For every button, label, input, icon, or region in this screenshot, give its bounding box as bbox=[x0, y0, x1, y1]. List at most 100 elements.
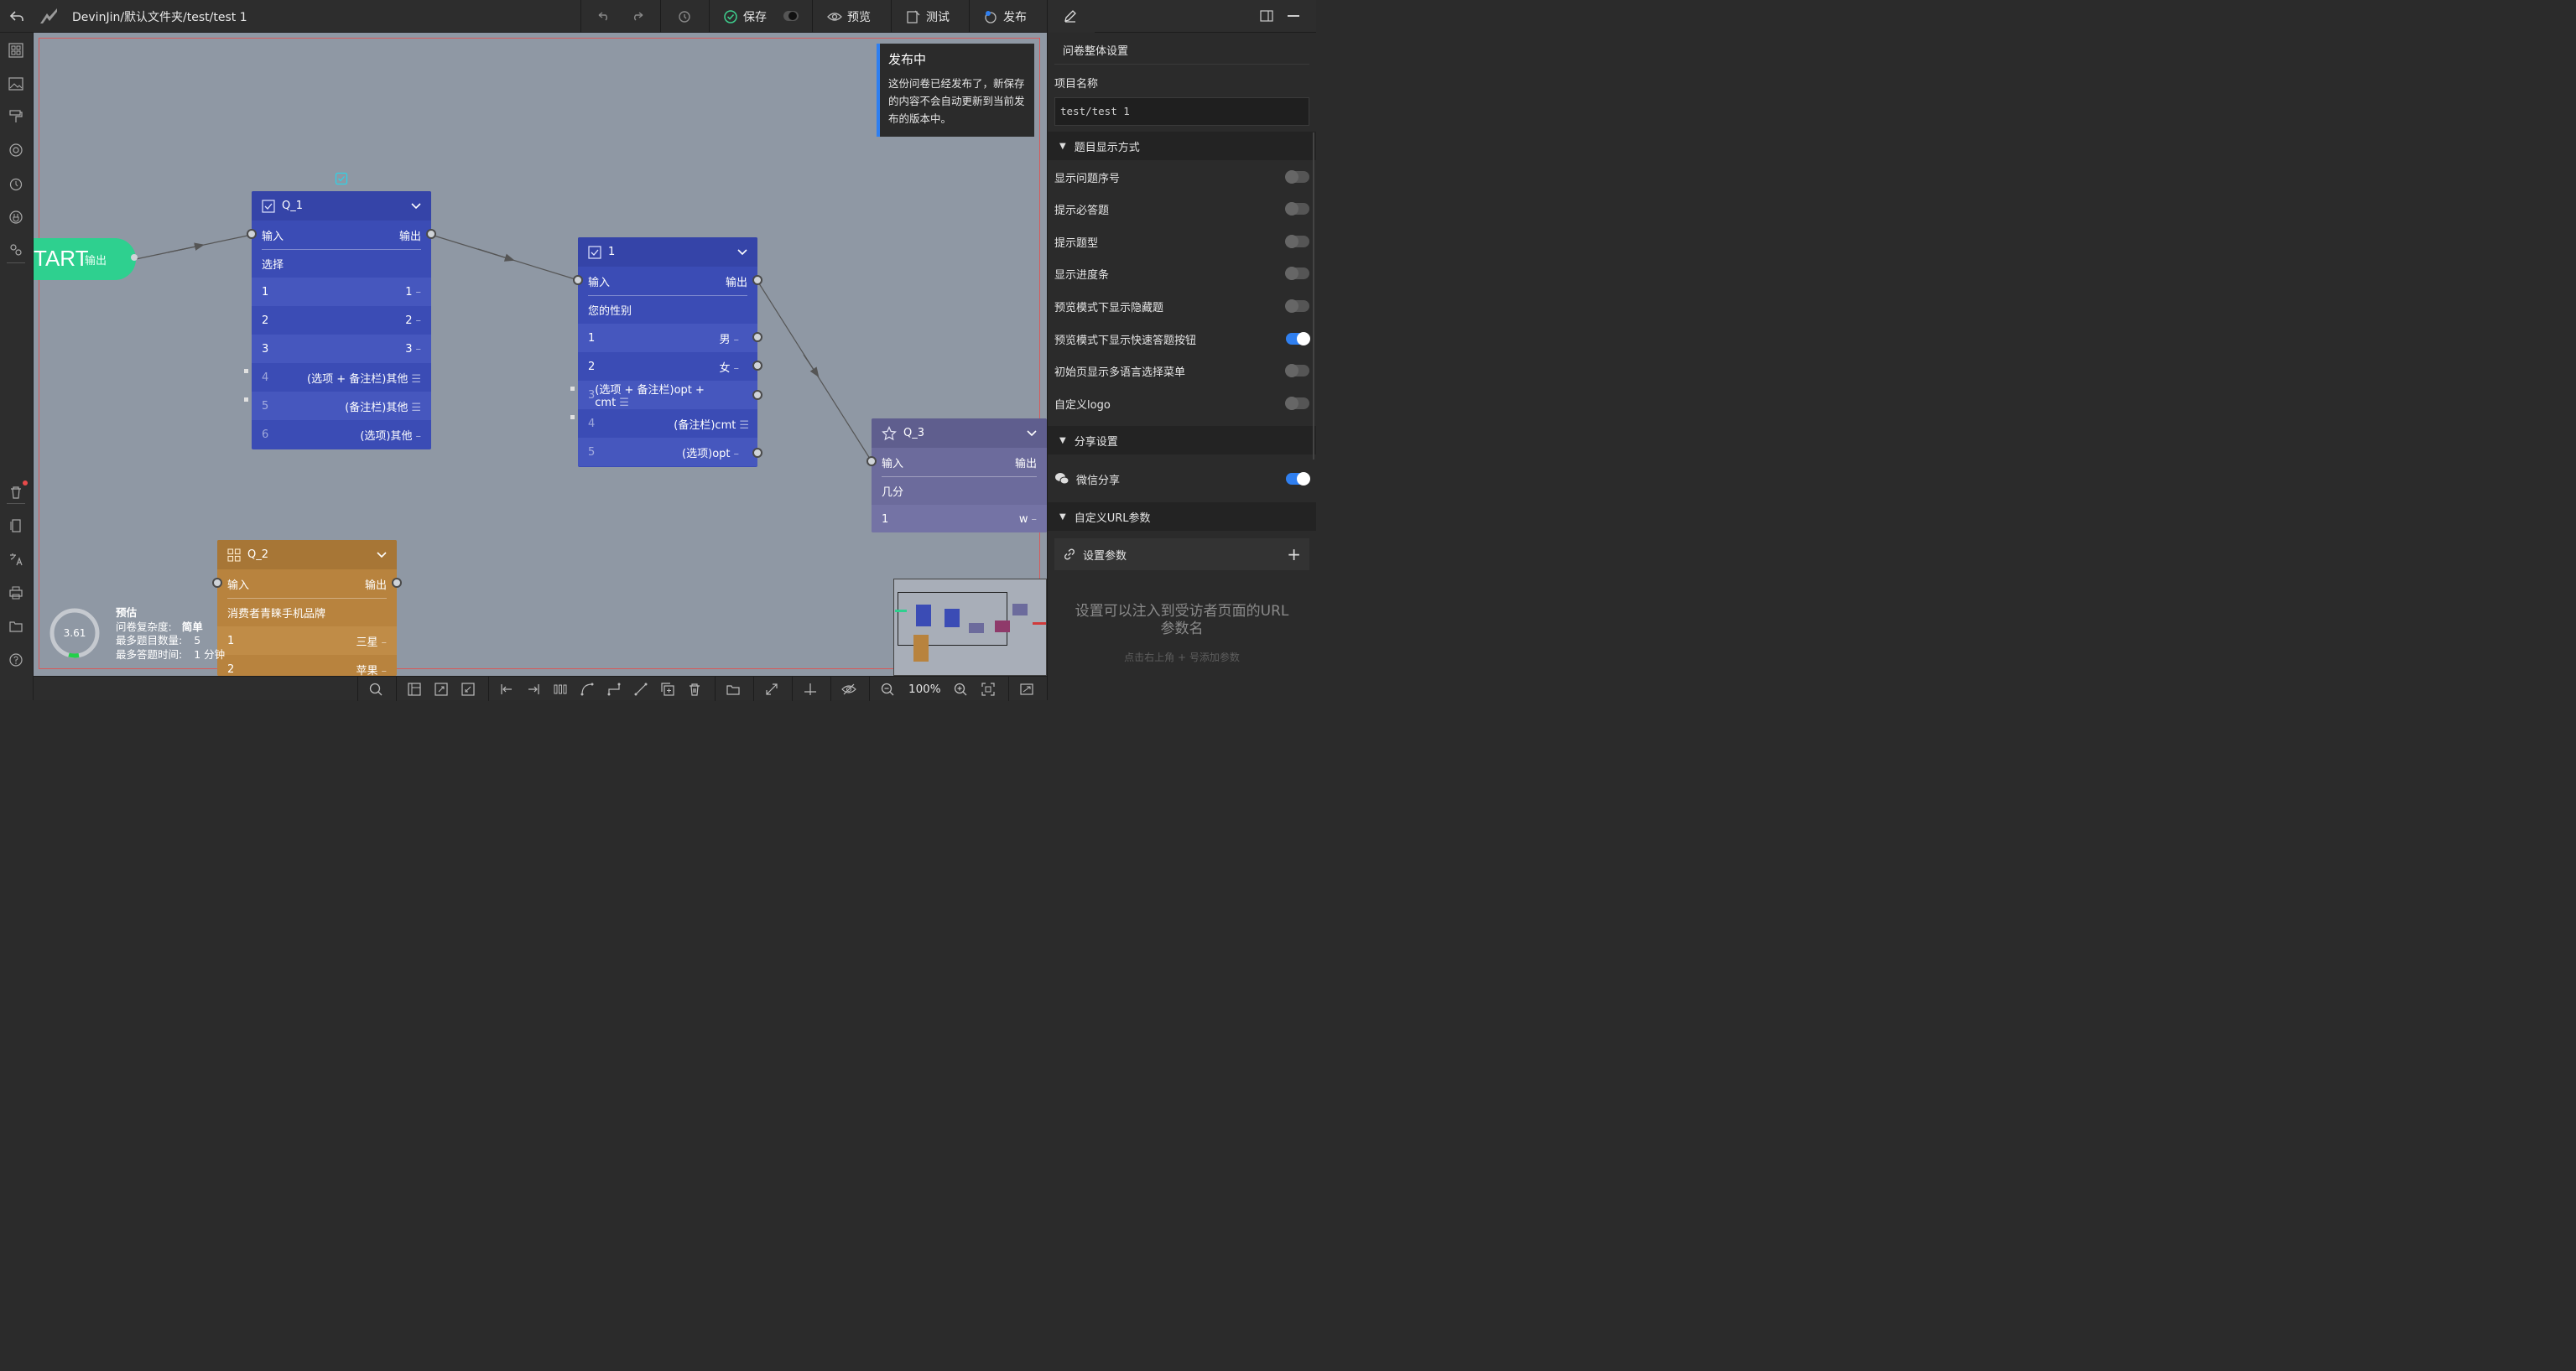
setting-toggle[interactable] bbox=[1285, 202, 1309, 216]
option-row: 3 (选项 + 备注栏)opt + cmt ☰ bbox=[578, 381, 757, 409]
resize-handle[interactable] bbox=[570, 387, 575, 391]
plugin-icon[interactable] bbox=[8, 209, 24, 226]
q1-input-port[interactable] bbox=[247, 229, 257, 239]
node-header[interactable]: Q_1 bbox=[252, 191, 431, 221]
layout-icon[interactable] bbox=[406, 681, 423, 698]
align-left-icon[interactable] bbox=[498, 681, 515, 698]
section-share[interactable]: ▼ 分享设置 bbox=[1048, 426, 1316, 454]
setting-toggle[interactable] bbox=[1286, 332, 1310, 345]
question-node-1[interactable]: 1 输入 输出 您的性别 1 男 – 2 女 – 3 (选项 + 备注栏)opt + cm… bbox=[578, 237, 757, 467]
option-port[interactable] bbox=[752, 361, 762, 371]
n1-input-port[interactable] bbox=[573, 275, 583, 285]
components-icon[interactable] bbox=[8, 42, 24, 59]
option-port[interactable] bbox=[752, 390, 762, 400]
option-row: 1 三星 – bbox=[217, 626, 397, 655]
back-icon[interactable] bbox=[8, 8, 25, 25]
expand-nodes-icon[interactable] bbox=[433, 681, 450, 698]
n1-output-port[interactable] bbox=[752, 275, 762, 285]
setting-toggle[interactable] bbox=[1285, 397, 1309, 410]
redo-icon[interactable] bbox=[629, 8, 646, 25]
wechat-share-toggle[interactable] bbox=[1286, 472, 1310, 486]
save-button[interactable]: 保存 bbox=[723, 0, 767, 33]
option-port[interactable] bbox=[752, 448, 762, 458]
delete-icon[interactable] bbox=[686, 681, 703, 698]
straight-link-icon[interactable] bbox=[632, 681, 649, 698]
align-right-icon[interactable] bbox=[525, 681, 542, 698]
input-label: 输入 bbox=[262, 230, 284, 243]
hide-eye-icon[interactable] bbox=[840, 681, 857, 698]
help-icon[interactable] bbox=[8, 652, 24, 668]
panel-header bbox=[1048, 0, 1316, 33]
setting-toggle[interactable] bbox=[1285, 299, 1309, 313]
fit-screen-icon[interactable] bbox=[980, 681, 997, 698]
step-link-icon[interactable] bbox=[606, 681, 622, 698]
minimap[interactable] bbox=[893, 579, 1047, 676]
logic-settings-icon[interactable] bbox=[8, 241, 24, 258]
start-output-port[interactable] bbox=[131, 254, 138, 261]
option-row: 4 (选项 + 备注栏)其他 ☰ bbox=[252, 363, 431, 392]
setting-row: 提示题型 bbox=[1054, 234, 1309, 250]
chevron-down-icon[interactable] bbox=[377, 550, 387, 560]
panel-layout-icon[interactable] bbox=[1259, 8, 1274, 23]
question-node-q3[interactable]: Q_3 输入 输出 几分 1 w – bbox=[872, 418, 1047, 532]
project-name-input[interactable]: test/test 1 bbox=[1054, 97, 1309, 126]
flow-canvas[interactable]: 发布中 这份问卷已经发布了，新保存的内容不会自动更新到当前发布的版本中。 TAR… bbox=[34, 33, 1047, 676]
collapse-nodes-icon[interactable] bbox=[460, 681, 476, 698]
duplicate-icon[interactable] bbox=[659, 681, 676, 698]
zoom-out-icon[interactable] bbox=[879, 681, 896, 698]
curve-link-icon[interactable] bbox=[579, 681, 596, 698]
translate-icon[interactable] bbox=[8, 551, 24, 568]
q2-output-port[interactable] bbox=[392, 578, 402, 588]
at-icon[interactable] bbox=[8, 142, 24, 158]
paint-roller-icon[interactable] bbox=[8, 108, 24, 125]
history-icon[interactable] bbox=[676, 8, 693, 25]
section-display[interactable]: ▼ 题目显示方式 bbox=[1048, 132, 1316, 160]
add-param-plus-icon[interactable]: + bbox=[1287, 546, 1301, 563]
undo-icon[interactable] bbox=[596, 8, 612, 25]
chevron-down-icon[interactable] bbox=[411, 201, 421, 211]
setting-toggle[interactable] bbox=[1285, 267, 1309, 280]
q2-input-port[interactable] bbox=[212, 578, 222, 588]
node-header[interactable]: Q_2 bbox=[217, 540, 397, 569]
fit-arrows-icon[interactable] bbox=[763, 681, 780, 698]
publish-button[interactable]: 发布 bbox=[983, 0, 1027, 33]
folder-icon[interactable] bbox=[8, 618, 24, 635]
trash-icon[interactable] bbox=[8, 484, 24, 501]
setting-toggle[interactable] bbox=[1285, 364, 1309, 377]
search-icon[interactable] bbox=[367, 681, 384, 698]
start-node[interactable]: TART 输出 bbox=[34, 238, 136, 280]
fullscreen-icon[interactable] bbox=[1018, 681, 1035, 698]
node-header[interactable]: 1 bbox=[578, 237, 757, 267]
question-node-q2[interactable]: Q_2 输入 输出 消费者青睐手机品牌 1 三星 – 2 苹果 – bbox=[217, 540, 397, 676]
preview-button[interactable]: 预览 bbox=[827, 0, 871, 33]
question-node-q1[interactable]: Q_1 输入 输出 选择 1 1– 2 2– 3 3– 4 (选项 + 备注栏)其他 ☰ … bbox=[252, 191, 431, 449]
device-icon[interactable] bbox=[8, 517, 24, 534]
resize-handle[interactable] bbox=[570, 415, 575, 419]
set-params-row[interactable]: 设置参数 + bbox=[1054, 538, 1309, 570]
section-url-params[interactable]: ▼ 自定义URL参数 bbox=[1048, 502, 1316, 531]
setting-row: 初始页显示多语言选择菜单 bbox=[1054, 363, 1309, 379]
setting-toggle[interactable] bbox=[1285, 235, 1309, 248]
panel-scrollbar[interactable] bbox=[1313, 132, 1314, 460]
node-header[interactable]: Q_3 bbox=[872, 418, 1047, 448]
option-port[interactable] bbox=[752, 332, 762, 342]
node-title: Q_3 bbox=[903, 427, 925, 439]
axis-icon[interactable] bbox=[802, 681, 819, 698]
autosave-toggle[interactable] bbox=[783, 11, 799, 21]
zoom-in-icon[interactable] bbox=[952, 681, 969, 698]
chevron-down-icon[interactable] bbox=[1027, 428, 1037, 439]
chevron-down-icon[interactable] bbox=[737, 247, 747, 257]
group-folder-icon[interactable] bbox=[725, 681, 742, 698]
resize-handle[interactable] bbox=[244, 397, 248, 402]
test-button[interactable]: 测试 bbox=[906, 0, 950, 33]
minimize-icon[interactable] bbox=[1288, 15, 1299, 17]
print-icon[interactable] bbox=[8, 584, 24, 601]
setting-toggle[interactable] bbox=[1285, 170, 1309, 184]
timer-icon[interactable] bbox=[8, 175, 24, 192]
edit-pencil-icon[interactable] bbox=[1063, 8, 1078, 23]
q1-output-port[interactable] bbox=[426, 229, 436, 239]
q3-input-port[interactable] bbox=[866, 456, 877, 466]
image-icon[interactable] bbox=[8, 75, 24, 92]
resize-handle[interactable] bbox=[244, 369, 248, 373]
distribute-icon[interactable] bbox=[552, 681, 569, 698]
